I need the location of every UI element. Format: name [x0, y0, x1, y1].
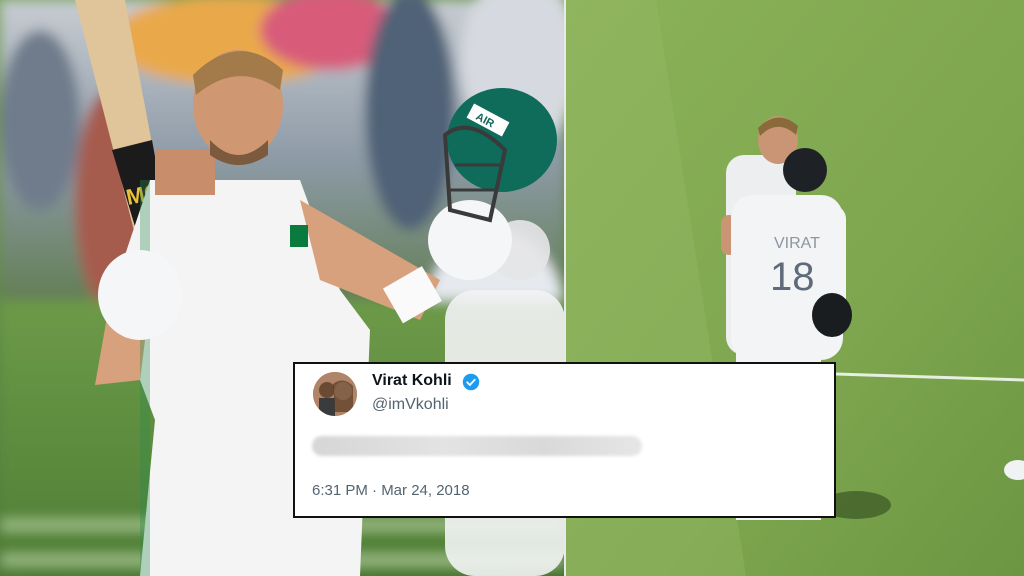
- tweet-timestamp[interactable]: 6:31 PM · Mar 24, 2018: [312, 482, 470, 499]
- profile-avatar[interactable]: [313, 372, 357, 416]
- tweet-card[interactable]: Virat Kohli @imVkohli 6:31 PM · Mar 24, …: [293, 362, 836, 518]
- svg-text:18: 18: [770, 255, 815, 299]
- composite-image: MG AIR VIRAT 18 Virat Kohli @imVkohli 6:…: [0, 0, 1024, 576]
- blurred-tweet-text: [312, 436, 642, 456]
- display-name[interactable]: Virat Kohli: [372, 372, 452, 390]
- svg-text:VIRAT: VIRAT: [774, 235, 820, 252]
- user-handle[interactable]: @imVkohli: [372, 396, 449, 414]
- verified-badge-icon: [462, 373, 480, 391]
